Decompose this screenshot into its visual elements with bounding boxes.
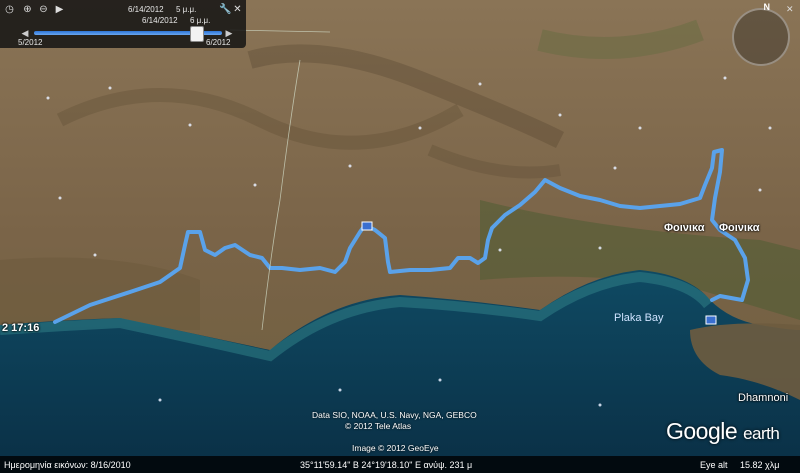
slider-start-time: 5 μ.μ. [176, 5, 197, 14]
credit-data: Data SIO, NOAA, U.S. Navy, NGA, GEBCO [312, 410, 477, 420]
slider-end-time: 6 μ.μ. [190, 16, 211, 25]
coordinates-readout: 35°11'59.14" Β 24°19'18.10" Ε ανύψ. 231 … [300, 460, 473, 470]
map-viewport[interactable]: 2 17:16 Plaka Bay Φοινικα Φοινικα Dhamno… [0, 0, 800, 473]
time-slider-panel: ◷ ⊕ ⊖ ▶ 6/14/2012 5 μ.μ. 🔧 ✕ 6/14/2012 6… [0, 0, 246, 48]
logo-google: Google [666, 418, 738, 444]
dhamnoni-label: Dhamnoni [738, 392, 789, 404]
credit-geoeye: Image © 2012 GeoEye [352, 443, 439, 453]
close-icon[interactable]: ✕ [232, 4, 243, 15]
end-marker[interactable] [705, 315, 717, 325]
eye-alt-label: Eye alt [700, 460, 728, 470]
navigation-compass[interactable] [732, 8, 790, 66]
play-icon[interactable]: ▶ [54, 4, 65, 15]
slider-start-date: 6/14/2012 [128, 5, 164, 14]
foinika-label-1: Φοινικα [664, 222, 705, 234]
zoom-in-icon[interactable]: ⊕ [22, 4, 33, 15]
foinika-label-2: Φοινικα [719, 222, 760, 234]
google-earth-logo: Google earth [666, 418, 780, 445]
track-marker[interactable] [361, 221, 373, 231]
time-marker-label: 2 17:16 [2, 322, 40, 334]
clock-icon[interactable]: ◷ [4, 4, 15, 15]
imagery-date: Ημερομηνία εικόνων: 8/16/2010 [4, 460, 131, 470]
slider-left-label: 5/2012 [18, 38, 43, 47]
slider-end-date: 6/14/2012 [142, 16, 178, 25]
status-bar: Ημερομηνία εικόνων: 8/16/2010 35°11'59.1… [0, 456, 800, 473]
time-slider-thumb[interactable] [190, 26, 204, 42]
wrench-icon[interactable]: 🔧 [219, 4, 231, 15]
eye-alt-value: 15.82 χλμ [740, 460, 780, 470]
compass-north-icon: N [763, 2, 771, 12]
slider-right-label: 6/2012 [206, 38, 231, 47]
nav-close-icon[interactable]: ✕ [786, 4, 796, 14]
plaka-bay-label: Plaka Bay [614, 312, 664, 324]
credit-tele-atlas: © 2012 Tele Atlas [345, 421, 412, 431]
zoom-out-icon[interactable]: ⊖ [38, 4, 49, 15]
satellite-terrain [0, 0, 800, 473]
logo-earth: earth [743, 424, 780, 443]
